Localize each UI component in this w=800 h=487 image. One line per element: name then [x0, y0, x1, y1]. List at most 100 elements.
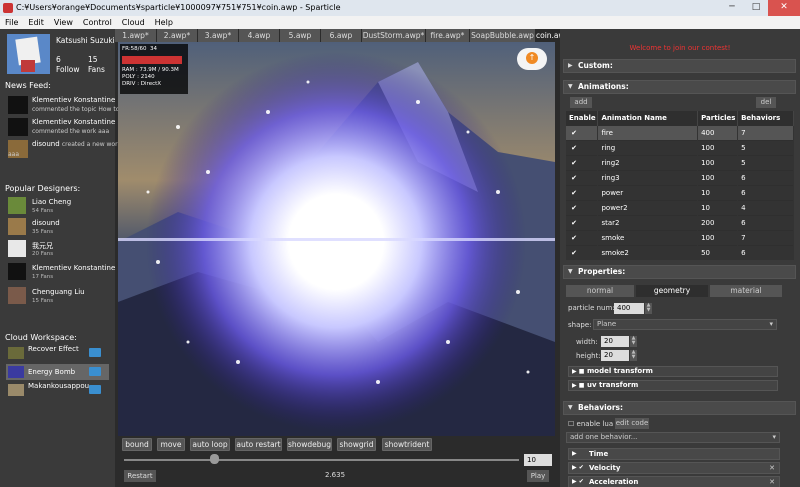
table-row[interactable]: ✔ power2 10 4 — [566, 199, 794, 215]
add-animation-button[interactable]: add — [570, 97, 592, 108]
close-button[interactable]: ✕ — [768, 0, 800, 16]
delete-animation-button[interactable]: del — [756, 97, 776, 108]
col-behaviors[interactable]: Behaviors — [737, 111, 794, 125]
enable-checkbox[interactable]: ✔ — [569, 144, 579, 152]
tab-fire[interactable]: fire.awp* — [426, 29, 470, 42]
showgrid-button[interactable]: showgrid — [337, 438, 376, 451]
folder-icon[interactable] — [89, 348, 101, 357]
tab-4[interactable]: 4.awp — [239, 29, 280, 42]
animations-section[interactable]: ▼ Animations: — [563, 80, 796, 94]
enable-checkbox[interactable]: ✔ — [569, 159, 579, 167]
model-transform-section[interactable]: ▶ ■ model transform — [568, 366, 778, 377]
designer-item[interactable]: Liao Cheng 54 Fans — [8, 197, 115, 217]
timeline-slider[interactable] — [124, 459, 519, 461]
particle-viewport[interactable]: FR:58/60 34 RAM : 73.9M / 90.3M POLY : 2… — [118, 42, 555, 436]
close-icon[interactable]: ✕ — [769, 463, 775, 473]
enable-checkbox[interactable]: ✔ — [569, 249, 579, 257]
fans-label[interactable]: Fans — [88, 65, 105, 74]
col-enable[interactable]: Enable — [566, 111, 599, 125]
folder-icon[interactable] — [89, 385, 101, 394]
minimize-button[interactable]: ─ — [720, 0, 744, 16]
designer-item[interactable]: 我元兄 20 Fans — [8, 240, 115, 260]
menu-edit[interactable]: Edit — [23, 16, 49, 29]
tab-material[interactable]: material — [710, 285, 782, 297]
tab-normal[interactable]: normal — [566, 285, 634, 297]
menu-file[interactable]: File — [0, 16, 23, 29]
behavior-acceleration[interactable]: ▶ ✔ Acceleration ✕ — [568, 476, 780, 487]
add-behavior-select[interactable]: add one behavior... ▾ — [566, 432, 780, 443]
timeline-end-input[interactable]: 10 — [524, 454, 552, 466]
feed-item[interactable]: disound created a new work aaa — [8, 139, 121, 165]
showdebug-button[interactable]: showdebug — [287, 438, 332, 451]
folder-icon[interactable] — [89, 367, 101, 376]
table-row[interactable]: ✔ ring 100 5 — [566, 139, 794, 155]
table-row[interactable]: ✔ ring3 100 6 — [566, 169, 794, 185]
tab-2[interactable]: 2.awp* — [157, 29, 198, 42]
timeline-slider-handle[interactable] — [210, 454, 220, 464]
table-row[interactable]: ✔ fire 400 7 — [566, 124, 794, 140]
showtrident-button[interactable]: showtrident — [382, 438, 432, 451]
feed-item[interactable]: Klementiev Konstantine commented the wor… — [8, 117, 115, 139]
menu-control[interactable]: Control — [78, 16, 117, 29]
enable-checkbox[interactable]: ✔ — [569, 219, 579, 227]
enable-checkbox[interactable]: ✔ — [569, 189, 579, 197]
tab-soapbubble[interactable]: SoapBubble.awp — [470, 29, 536, 42]
tab-duststorm[interactable]: DustStorm.awp* — [362, 29, 426, 42]
particle-num-input[interactable]: 400 — [614, 303, 644, 314]
edit-code-button[interactable]: edit code — [615, 418, 649, 429]
table-row[interactable]: ✔ smoke2 50 6 — [566, 244, 794, 260]
tab-1[interactable]: 1.awp* — [115, 29, 157, 42]
feed-user[interactable]: Klementiev Konstantine — [32, 118, 115, 126]
enable-checkbox[interactable]: ✔ — [569, 234, 579, 242]
uv-transform-section[interactable]: ▶ ■ uv transform — [568, 380, 778, 391]
auto-restart-button[interactable]: auto restart — [235, 438, 282, 451]
tab-geometry[interactable]: geometry — [636, 285, 708, 297]
shape-select[interactable]: Plane ▾ — [593, 319, 777, 330]
menu-cloud[interactable]: Cloud — [117, 16, 150, 29]
designer-item[interactable]: disound 35 Fans — [8, 218, 115, 238]
height-stepper[interactable]: ▲ ▼ — [630, 350, 637, 361]
enable-lua-checkbox[interactable]: ☐ enable lua — [568, 420, 613, 428]
enable-checkbox[interactable]: ✔ — [569, 174, 579, 182]
restart-button[interactable]: Restart — [124, 470, 156, 482]
follow-label[interactable]: Follow — [56, 65, 80, 74]
auto-loop-button[interactable]: auto loop — [190, 438, 230, 451]
tab-6[interactable]: 6.awp — [321, 29, 362, 42]
profile-name[interactable]: Katsushi Suzuki — [56, 36, 115, 45]
table-row[interactable]: ✔ power 10 6 — [566, 184, 794, 200]
behavior-time[interactable]: ▶ Time — [568, 448, 780, 460]
workspace-item[interactable]: Recover Effect — [6, 345, 109, 361]
tab-3[interactable]: 3.awp* — [198, 29, 239, 42]
profile-avatar[interactable] — [7, 34, 50, 74]
upload-button[interactable]: ↑ — [517, 48, 547, 70]
bound-button[interactable]: bound — [122, 438, 152, 451]
feed-item[interactable]: Klementiev Konstantine commented the top… — [8, 95, 119, 117]
move-button[interactable]: move — [157, 438, 185, 451]
height-input[interactable]: 20 — [601, 350, 629, 361]
maximize-button[interactable]: □ — [744, 0, 768, 16]
width-stepper[interactable]: ▲ ▼ — [630, 336, 637, 347]
table-row[interactable]: ✔ ring2 100 5 — [566, 154, 794, 170]
behavior-velocity[interactable]: ▶ ✔ Velocity ✕ — [568, 462, 780, 474]
custom-section[interactable]: ▶ Custom: — [563, 59, 796, 73]
designer-item[interactable]: Chenguang Liu 15 Fans — [8, 287, 115, 307]
designer-item[interactable]: Klementiev Konstantine 17 Fans — [8, 263, 115, 283]
tab-5[interactable]: 5.awp — [280, 29, 321, 42]
menu-view[interactable]: View — [49, 16, 78, 29]
col-name[interactable]: Animation Name — [597, 111, 699, 125]
workspace-item[interactable]: Energy Bomb — [6, 364, 109, 380]
particle-num-stepper[interactable]: ▲ ▼ — [645, 303, 652, 314]
tab-coin[interactable]: coin.awp — [536, 29, 569, 42]
width-input[interactable]: 20 — [601, 336, 629, 347]
feed-user[interactable]: Klementiev Konstantine — [32, 96, 115, 104]
table-row[interactable]: ✔ star2 200 6 — [566, 214, 794, 230]
welcome-banner[interactable]: Welcome to join our contest! — [560, 44, 800, 52]
enable-checkbox[interactable]: ✔ — [569, 129, 579, 137]
col-particles[interactable]: Particles — [697, 111, 739, 125]
behaviors-section[interactable]: ▼ Behaviors: — [563, 401, 796, 415]
properties-section[interactable]: ▼ Properties: — [563, 265, 796, 279]
workspace-item[interactable]: Makankousappou — [6, 382, 109, 398]
enable-checkbox[interactable]: ✔ — [569, 204, 579, 212]
play-button[interactable]: Play — [527, 470, 549, 482]
feed-user[interactable]: disound created a new work — [32, 140, 121, 148]
